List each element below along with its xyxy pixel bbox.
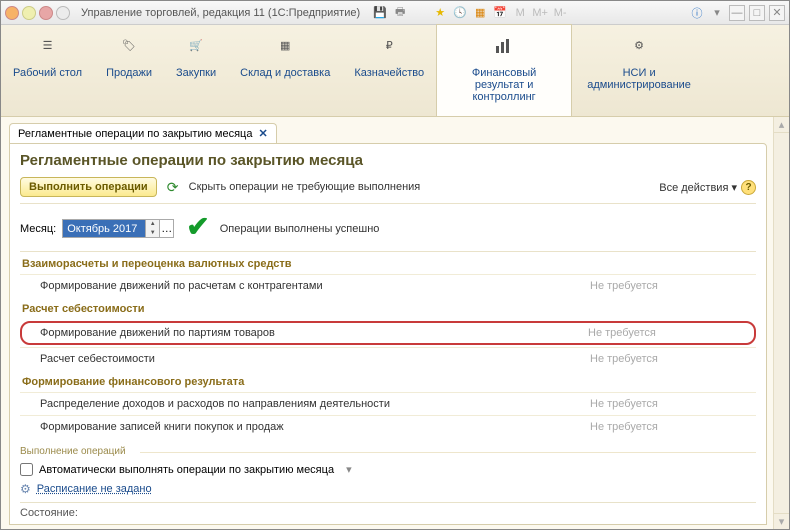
content-area: ▴ ▾ Регламентные операции по закрытию ме… [1,117,789,529]
op-row[interactable]: Формирование записей книги покупок и про… [20,415,756,438]
scroll-down-icon[interactable]: ▾ [774,513,789,529]
section-purchases[interactable]: 🛒 Закупки [164,25,228,116]
month-label: Месяц: [20,223,56,235]
tab-label: Регламентные операции по закрытию месяца [18,128,252,140]
all-actions-menu[interactable]: Все действия ▾ [659,181,737,194]
section-sales[interactable]: 🏷 Продажи [94,25,164,116]
print-icon[interactable]: 🖶 [392,5,408,21]
op-label: Формирование движений по партиям товаров [40,327,588,339]
calc-icon[interactable]: ▦ [472,5,488,21]
schedule-link[interactable]: Расписание не задано [37,483,152,495]
op-label: Распределение доходов и расходов по напр… [40,398,590,410]
titlebar: Управление торговлей, редакция 11 (1С:Пр… [1,1,789,25]
month-field-wrap: ▲▼ … [62,219,174,238]
gear-icon: ⚙ [628,35,650,57]
boxes-icon: ▦ [274,35,296,57]
tab-month-close[interactable]: Регламентные операции по закрытию месяца… [9,123,277,143]
hide-ops-link[interactable]: Скрыть операции не требующие выполнения [189,181,421,193]
run-ops-button[interactable]: Выполнить операции [20,177,157,197]
statusbar: Состояние: [20,502,756,519]
status-message: Операции выполнены успешно [220,223,380,235]
m-minus-icon[interactable]: M- [552,5,568,21]
m-icon[interactable]: M [512,5,528,21]
scroll-up-icon[interactable]: ▴ [774,117,789,133]
star-icon[interactable]: ★ [432,5,448,21]
footer-group-label: Выполнение операций [20,446,756,457]
month-spinner[interactable]: ▲▼ [145,220,159,237]
menu-icon: ☰ [37,35,59,57]
help-icon[interactable]: ? [741,180,756,195]
section-treasury[interactable]: ₽ Казначейство [342,25,436,116]
command-bar: Выполнить операции ⟳ Скрыть операции не … [20,177,756,204]
minimize-button[interactable]: — [729,5,745,21]
window-button[interactable] [5,6,19,20]
dropdown-icon[interactable]: ▾ [346,463,352,476]
save-icon[interactable]: 💾 [372,5,388,21]
tag-icon: 🏷 [118,35,140,57]
auto-run-label: Автоматически выполнять операции по закр… [39,464,334,476]
history-icon[interactable]: 🕓 [452,5,468,21]
section-nsi[interactable]: ⚙ НСИ и администрирование [572,25,706,116]
op-status: Не требуется [588,327,748,339]
dropdown-icon[interactable]: ▾ [709,5,725,21]
window-button[interactable] [56,6,70,20]
system-toolbar: 💾 🖶 ★ 🕓 ▦ 📅 M M+ M- [372,5,568,21]
status-label: Состояние: [20,507,78,519]
section-panel: ☰ Рабочий стол 🏷 Продажи 🛒 Закупки ▦ Скл… [1,25,789,117]
auto-run-row: Автоматически выполнять операции по закр… [20,463,756,476]
op-status: Не требуется [590,398,750,410]
op-row[interactable]: Расчет себестоимости Не требуется [20,347,756,370]
section-desktop[interactable]: ☰ Рабочий стол [1,25,94,116]
op-row-highlighted[interactable]: Формирование движений по партиям товаров… [20,321,756,345]
calendar-icon[interactable]: 📅 [492,5,508,21]
window-button[interactable] [22,6,36,20]
cart-icon: 🛒 [185,35,207,57]
op-row[interactable]: Распределение доходов и расходов по напр… [20,392,756,415]
window-button[interactable] [39,6,53,20]
month-input[interactable] [63,220,145,237]
group-header: Формирование финансового результата [20,370,756,392]
tab-close-icon[interactable]: ✕ [258,127,267,140]
op-label: Формирование движений по расчетам с конт… [40,280,590,292]
close-button[interactable]: ✕ [769,5,785,21]
tab-strip: Регламентные операции по закрытию месяца… [9,123,781,143]
chart-icon [493,35,515,57]
m-plus-icon[interactable]: M+ [532,5,548,21]
op-label: Формирование записей книги покупок и про… [40,421,590,433]
op-status: Не требуется [590,280,750,292]
op-status: Не требуется [590,353,750,365]
group-header: Расчет себестоимости [20,297,756,319]
section-fin-result[interactable]: Финансовый результат и контроллинг [436,24,572,116]
page-title: Регламентные операции по закрытию месяца [20,152,756,169]
separator [412,5,428,21]
maximize-button[interactable]: □ [749,5,765,21]
info-icon[interactable]: ⓘ [689,5,705,21]
scrollbar[interactable]: ▴ ▾ [773,117,789,529]
success-check-icon: ✔ [186,210,209,243]
op-status: Не требуется [590,421,750,433]
refresh-icon[interactable]: ⟳ [165,179,181,195]
schedule-row: ⚙ Расписание не задано [20,482,756,496]
month-row: Месяц: ▲▼ … ✔ Операции выполнены успешно [20,214,756,243]
app-window: Управление торговлей, редакция 11 (1С:Пр… [0,0,790,530]
section-warehouse[interactable]: ▦ Склад и доставка [228,25,342,116]
ruble-icon: ₽ [378,35,400,57]
operations-list: Взаиморасчеты и переоценка валютных сред… [20,251,756,438]
op-label: Расчет себестоимости [40,353,590,365]
window-title: Управление торговлей, редакция 11 (1С:Пр… [81,7,360,19]
gear-icon: ⚙ [20,482,31,496]
group-header: Взаиморасчеты и переоценка валютных сред… [20,252,756,274]
auto-run-checkbox[interactable] [20,463,33,476]
month-choose-button[interactable]: … [159,220,173,237]
page-body: Регламентные операции по закрытию месяца… [9,143,767,525]
op-row[interactable]: Формирование движений по расчетам с конт… [20,274,756,297]
